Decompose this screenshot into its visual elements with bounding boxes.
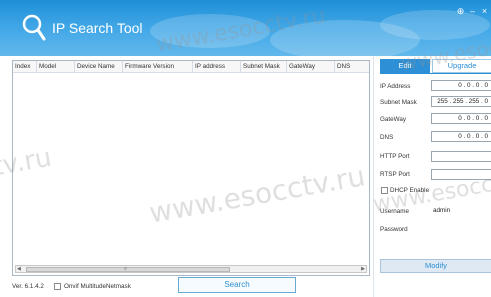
title-bar: IP Search Tool ⊕ – × [0,0,491,56]
gateway-field[interactable]: 0 . 0 . 0 . 0 [431,113,491,124]
scroll-right-arrow-icon[interactable]: ▶ [361,266,365,272]
ip-address-field[interactable]: 0 . 0 . 0 . 0 [431,80,491,91]
device-table[interactable]: Index Model Device Name Firmware Version… [12,60,370,276]
tab-upgrade[interactable]: Upgrade [432,59,491,73]
app-title: IP Search Tool [52,20,143,36]
header-cloud [150,14,270,48]
password-field[interactable] [431,224,491,235]
column-header-dns[interactable]: DNS [335,61,369,73]
column-header-subnet-mask[interactable]: Subnet Mask [241,61,287,73]
rtsp-port-label: RTSP Port [380,171,410,178]
tab-edit[interactable]: Edit [380,59,430,73]
dhcp-enable-label: DHCP Enable [390,187,430,194]
column-header-firmware-version[interactable]: Firmware Version [123,61,193,73]
username-field[interactable]: admin [431,206,491,217]
column-header-index[interactable]: Index [13,61,37,73]
dns-label: DNS [380,134,394,141]
search-button[interactable]: Search [178,277,296,293]
onvif-multitude-netmask-label: Onvif MultitudeNetmask [64,283,131,290]
http-port-field[interactable] [431,151,491,162]
column-header-gateway[interactable]: GateWay [287,61,335,73]
modify-button[interactable]: Modify [380,259,491,273]
column-header-ip-address[interactable]: IP address [193,61,241,73]
close-button[interactable]: × [479,6,490,16]
dns-field[interactable]: 0 . 0 . 0 . 0 [431,131,491,142]
scroll-left-arrow-icon[interactable]: ◀ [17,266,21,272]
rtsp-port-field[interactable] [431,169,491,180]
magnifier-icon [22,14,46,41]
subnet-mask-label: Subnet Mask [380,99,417,106]
horizontal-scrollbar[interactable]: ◀ ≡ ▶ [15,265,367,273]
column-header-model[interactable]: Model [37,61,75,73]
scrollbar-thumb[interactable] [26,267,230,272]
tab-divider [380,73,491,74]
onvif-multitude-netmask-checkbox[interactable] [54,283,61,290]
column-header-device-name[interactable]: Device Name [75,61,123,73]
ip-address-label: IP Address [380,83,411,90]
dhcp-enable-checkbox[interactable] [381,187,388,194]
username-label: Username [380,208,410,215]
subnet-mask-field[interactable]: 255 . 255 . 255 . 0 [431,96,491,107]
edit-panel: Edit Upgrade IP Address 0 . 0 . 0 . 0 Su… [373,56,491,297]
settings-icon[interactable]: ⊕ [455,6,466,16]
scrollbar-grip-icon: ≡ [124,266,127,272]
version-label: Ver. 6.1.4.2 [12,283,44,290]
password-label: Password [380,226,408,233]
http-port-label: HTTP Port [380,153,410,160]
minimize-button[interactable]: – [467,6,478,16]
gateway-label: GateWay [380,116,407,123]
